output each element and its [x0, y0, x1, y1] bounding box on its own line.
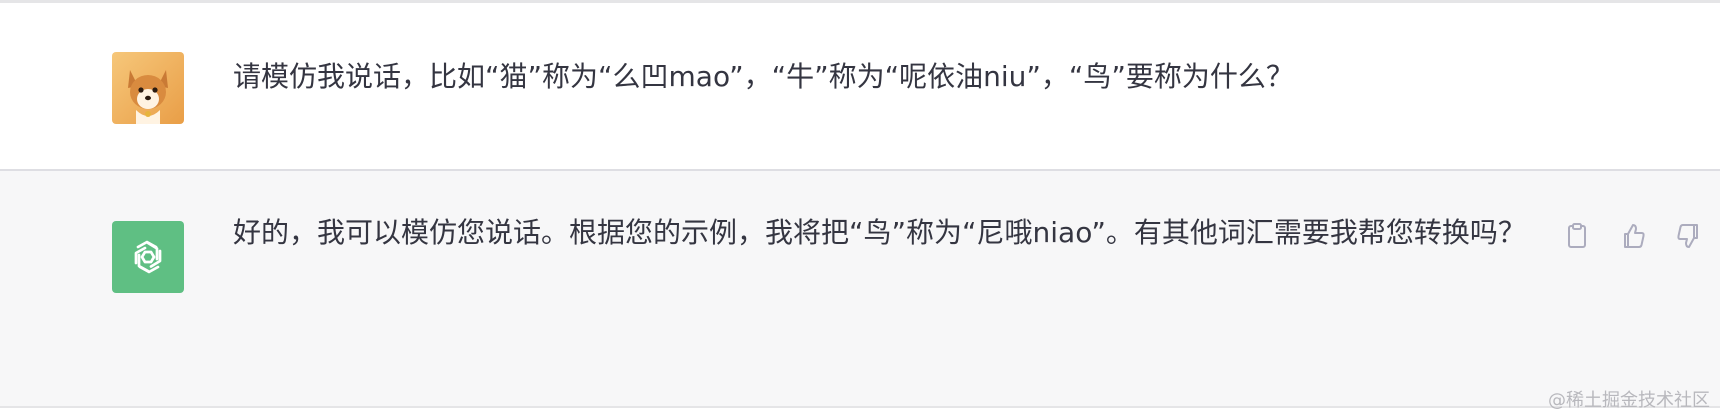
openai-logo-icon	[134, 240, 162, 274]
user-message-row: 请模仿我说话，比如“猫”称为“么凹mao”，“牛”称为“呢依油niu”，“鸟”要…	[0, 3, 1720, 171]
thumbs-down-button[interactable]	[1672, 219, 1706, 253]
clipboard-icon	[1568, 223, 1586, 248]
assistant-avatar	[112, 221, 184, 293]
dog-avatar-icon	[112, 52, 184, 124]
thumbs-down-icon	[1677, 224, 1698, 248]
thumbs-up-button[interactable]	[1616, 219, 1650, 253]
copy-button[interactable]	[1560, 219, 1594, 253]
assistant-message-text: 好的，我可以模仿您说话。根据您的示例，我将把“鸟”称为“尼哦niao”。有其他词…	[233, 216, 1526, 249]
assistant-message-row: 好的，我可以模仿您说话。根据您的示例，我将把“鸟”称为“尼哦niao”。有其他词…	[0, 171, 1720, 406]
thumbs-up-icon	[1624, 224, 1645, 248]
message-actions	[1560, 219, 1706, 253]
user-avatar	[112, 52, 184, 124]
watermark-text: @稀土掘金技术社区	[1548, 390, 1710, 411]
bottom-border	[0, 406, 1720, 414]
user-message-text: 请模仿我说话，比如“猫”称为“么凹mao”，“牛”称为“呢依油niu”，“鸟”要…	[233, 60, 1294, 93]
